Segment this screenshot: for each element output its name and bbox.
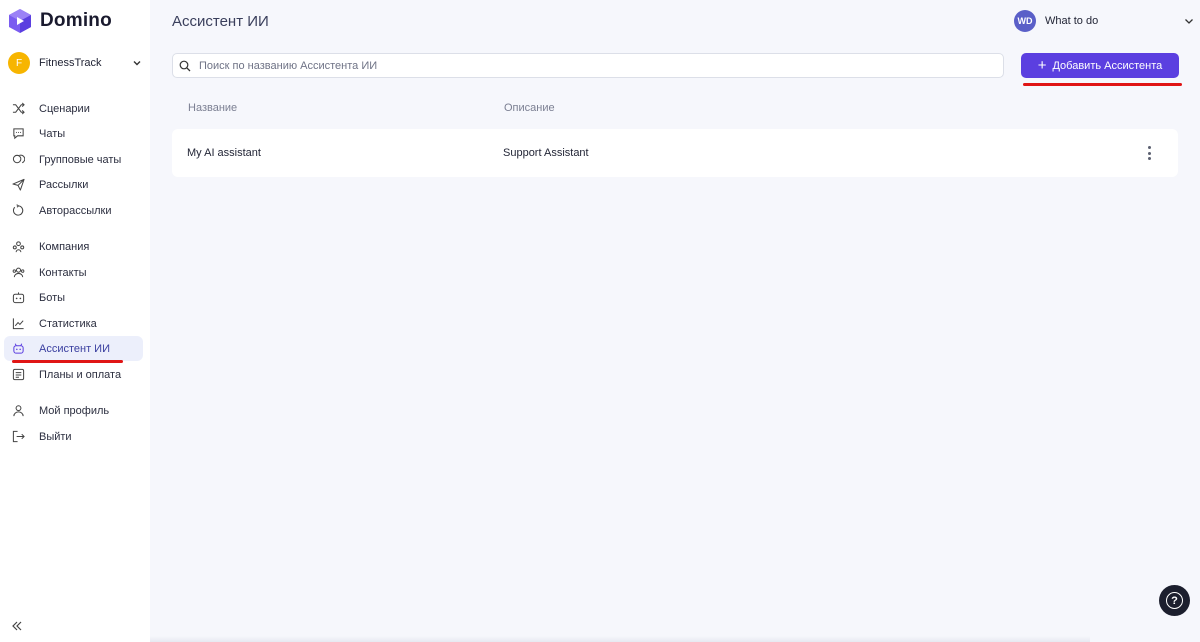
double-chevron-left-icon[interactable] [10, 619, 24, 633]
domino-logo-icon [9, 9, 31, 33]
chevron-down-icon [133, 61, 141, 66]
column-header-description[interactable]: Описание [504, 102, 555, 114]
sidebar-item-label: Сценарии [39, 102, 90, 115]
column-header-name[interactable]: Название [188, 102, 237, 114]
group-chat-icon [12, 154, 25, 164]
sidebar-item-label: Компания [39, 240, 90, 253]
sidebar-item-contacts[interactable]: Контакты [4, 260, 143, 285]
chart-icon [12, 318, 24, 330]
chat-bubble-icon [13, 128, 24, 140]
sidebar-item-label: Мой профиль [39, 404, 110, 417]
send-icon [12, 178, 25, 191]
sidebar-item-chats[interactable]: Чаты [4, 121, 143, 146]
workspace-avatar: F [8, 52, 30, 74]
sidebar-item-label: Контакты [39, 266, 87, 279]
sidebar-item-billing[interactable]: Планы и оплата [4, 362, 143, 387]
page-title: Ассистент ИИ [172, 13, 269, 30]
sidebar-item-scenarios[interactable]: Сценарии [4, 96, 143, 121]
workspace-name: FitnessTrack [39, 57, 102, 69]
logout-icon [12, 430, 25, 443]
sidebar-item-label: Планы и оплата [39, 368, 122, 381]
sidebar-item-label: Авторассылки [39, 204, 112, 217]
sidebar-item-company[interactable]: Компания [4, 234, 143, 259]
workspace-switcher[interactable]: F FitnessTrack [8, 52, 144, 74]
sidebar-item-bots[interactable]: Боты [4, 285, 143, 310]
assistant-name: My AI assistant [187, 147, 261, 159]
more-vertical-icon[interactable] [1146, 146, 1152, 160]
sidebar: Domino F FitnessTrack Сценарии Чаты Груп… [0, 0, 150, 642]
sidebar-item-label: Ассистент ИИ [39, 342, 110, 355]
bot-icon [12, 292, 25, 304]
sidebar-item-mailings[interactable]: Рассылки [4, 172, 143, 197]
logo[interactable]: Domino [8, 8, 112, 34]
billing-icon [12, 368, 25, 381]
sidebar-item-ai-assistant[interactable]: Ассистент ИИ [4, 336, 143, 361]
add-assistant-button[interactable]: + Добавить Ассистента [1021, 53, 1179, 78]
sidebar-item-label: Рассылки [39, 178, 89, 191]
shuffle-icon [12, 102, 25, 115]
search-input[interactable] [199, 59, 979, 72]
contacts-icon [12, 267, 25, 278]
auto-repeat-icon [12, 204, 24, 216]
sidebar-item-auto-mailings[interactable]: Авторассылки [4, 198, 143, 223]
user-name: What to do [1045, 15, 1099, 27]
help-button[interactable]: ? [1159, 585, 1190, 616]
user-icon [13, 405, 24, 417]
add-assistant-label: Добавить Ассистента [1052, 59, 1163, 72]
sidebar-item-label: Групповые чаты [39, 153, 122, 166]
user-menu[interactable]: WD What to do [1014, 10, 1194, 32]
plus-icon: + [1037, 57, 1047, 74]
avatar: WD [1014, 10, 1036, 32]
sidebar-item-statistics[interactable]: Статистика [4, 311, 143, 336]
sidebar-item-profile[interactable]: Мой профиль [4, 398, 143, 423]
sidebar-item-group-chats[interactable]: Групповые чаты [4, 147, 143, 172]
ai-assistant-icon [13, 343, 24, 354]
bottom-scroll-shadow [150, 636, 1090, 642]
top-bar: Ассистент ИИ WD What to do [150, 0, 1200, 44]
search-icon [179, 60, 191, 71]
assistant-description: Support Assistant [503, 147, 589, 159]
sidebar-item-label: Статистика [39, 317, 97, 330]
sidebar-item-logout[interactable]: Выйти [4, 424, 143, 449]
sidebar-item-label: Боты [39, 291, 66, 304]
sidebar-item-label: Чаты [39, 127, 66, 140]
help-icon: ? [1166, 592, 1183, 609]
table-row[interactable]: My AI assistant Support Assistant [172, 129, 1178, 177]
search-box[interactable] [172, 53, 1004, 78]
company-icon [12, 241, 25, 253]
app-name: Domino [40, 10, 112, 31]
highlight-underline [1023, 83, 1182, 86]
chevron-down-icon [1185, 19, 1193, 24]
sidebar-item-label: Выйти [39, 430, 72, 443]
